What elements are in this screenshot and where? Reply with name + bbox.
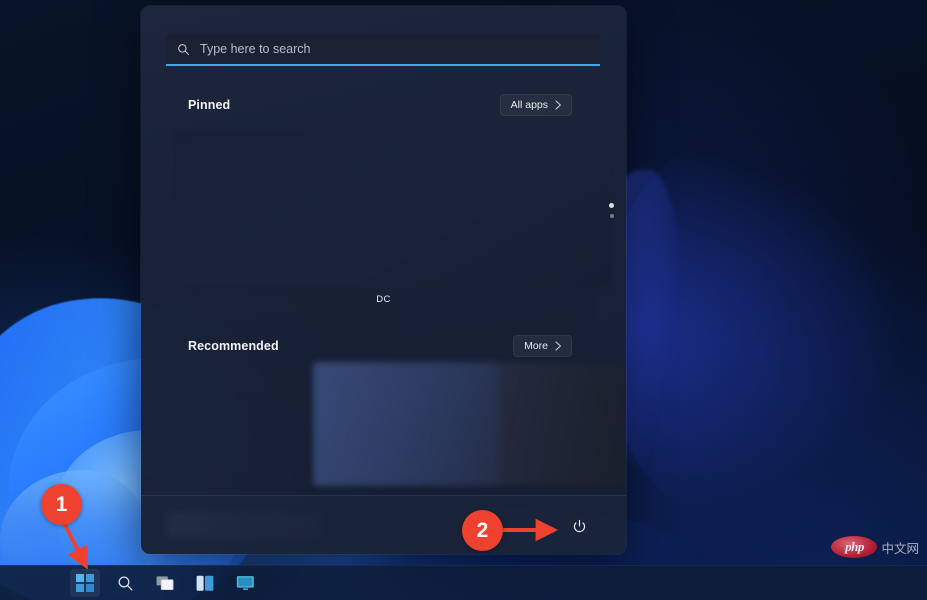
all-apps-button[interactable]: All apps [500, 94, 572, 116]
start-menu-body: Pinned All apps DC Recommended Mo [141, 6, 626, 496]
watermark: php 中文网 [831, 536, 919, 558]
wallpaper-glow [600, 120, 927, 540]
screen: Pinned All apps DC Recommended Mo [0, 0, 927, 600]
pinned-title: Pinned [188, 98, 230, 112]
watermark-text: 中文网 [881, 538, 919, 557]
user-account-button[interactable] [167, 512, 322, 538]
windows-logo-icon [76, 574, 94, 592]
chevron-right-icon [555, 100, 562, 110]
taskbar [0, 565, 927, 600]
page-dot-2[interactable] [610, 214, 614, 218]
all-apps-label: All apps [511, 99, 548, 111]
more-label: More [524, 340, 548, 352]
start-menu-footer [141, 495, 626, 554]
recommended-section-header: Recommended More [188, 335, 572, 357]
pinned-section-header: Pinned All apps [188, 94, 572, 116]
pinned-app-label-dc: DC [141, 294, 626, 305]
more-button[interactable]: More [513, 335, 572, 357]
power-button[interactable] [566, 513, 592, 539]
page-dot-1[interactable] [609, 203, 614, 208]
annotation-badge-2: 2 [462, 510, 503, 551]
taskbar-icon-group [70, 566, 260, 600]
task-view-icon [156, 575, 175, 592]
search-input[interactable] [200, 42, 530, 56]
search-icon [177, 43, 190, 56]
recommended-list-item[interactable] [314, 363, 499, 485]
search-icon [117, 575, 134, 592]
widgets-button[interactable] [190, 569, 220, 597]
widgets-icon [196, 575, 214, 592]
pinned-apps-grid[interactable] [174, 130, 611, 287]
pinned-page-indicator[interactable] [609, 203, 614, 218]
display-button[interactable] [230, 569, 260, 597]
chevron-right-icon [555, 341, 562, 351]
start-button[interactable] [70, 569, 100, 597]
search-button[interactable] [110, 569, 140, 597]
power-icon [572, 519, 587, 534]
php-logo-icon: php [831, 536, 877, 558]
start-menu-panel: Pinned All apps DC Recommended Mo [141, 6, 626, 554]
annotation-badge-1: 1 [41, 484, 82, 525]
recommended-title: Recommended [188, 339, 279, 353]
monitor-icon [236, 575, 255, 592]
task-view-button[interactable] [150, 569, 180, 597]
search-box[interactable] [166, 34, 600, 66]
